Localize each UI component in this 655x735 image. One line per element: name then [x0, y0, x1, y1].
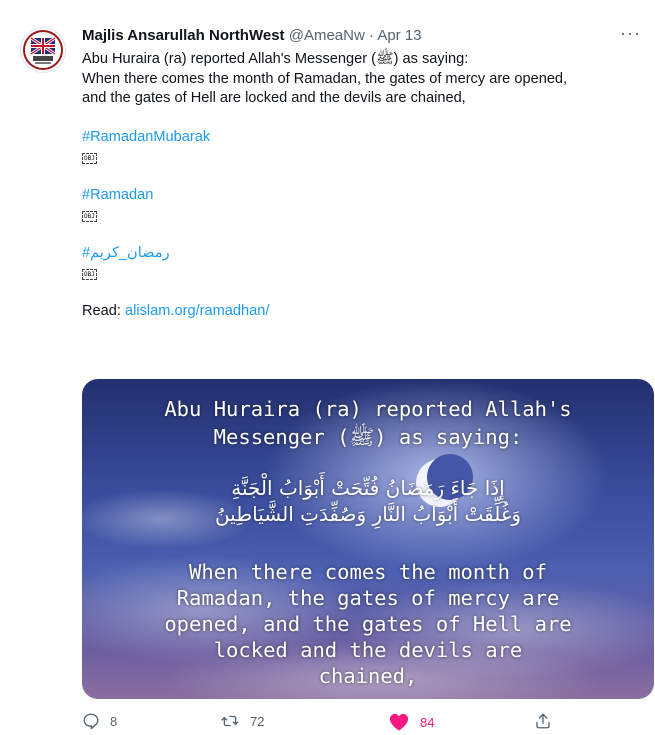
share-icon — [536, 713, 550, 729]
like-count: 84 — [420, 714, 435, 730]
share-button[interactable] — [534, 712, 552, 730]
read-link[interactable]: alislam.org/ramadhan/ — [125, 303, 269, 319]
obj-placeholder: OBJ — [82, 269, 97, 280]
image-english-line: locked and the devils are — [213, 638, 523, 662]
body-line: When there comes the month of Ramadan, t… — [82, 70, 568, 87]
retweet-button[interactable]: 72 — [220, 712, 264, 730]
obj-placeholder: OBJ — [82, 211, 97, 222]
image-english-line: chained, — [318, 664, 418, 688]
avatar-logo-icon — [22, 29, 64, 71]
retweet-count: 72 — [250, 713, 265, 729]
avatar[interactable] — [20, 27, 66, 73]
body-line: Abu Huraira (ra) reported Allah's Messen… — [82, 51, 469, 67]
image-title-line: Abu Huraira (ra) reported Allah's — [164, 397, 572, 421]
image-english-line: Ramadan, the gates of mercy are — [176, 586, 560, 610]
image-arabic-line: وَغُلِّقَتْ أَبْوَابُ النَّارِ وَصُفِّدَ… — [214, 502, 522, 526]
obj-placeholder: OBJ — [82, 153, 97, 164]
reply-button[interactable]: 8 — [82, 712, 117, 730]
tweet[interactable]: Majlis Ansarullah NorthWest @AmeaNw · Ap… — [0, 0, 655, 735]
heart-icon — [389, 713, 409, 731]
hashtag-link[interactable]: #Ramadan — [82, 186, 647, 206]
tweet-text: Abu Huraira (ra) reported Allah's Messen… — [82, 50, 647, 321]
reply-count: 8 — [110, 713, 118, 729]
image-title-line: Messenger (ﷺ) as saying: — [213, 425, 523, 449]
reply-icon — [83, 713, 99, 730]
image-english-line: When there comes the month of — [189, 560, 547, 584]
more-icon[interactable]: ··· — [620, 23, 641, 43]
retweet-icon — [221, 715, 239, 727]
body-line: and the gates of Hell are locked and the… — [82, 90, 466, 106]
read-prefix: Read: — [82, 302, 121, 319]
tweet-date[interactable]: Apr 13 — [377, 27, 421, 44]
tweet-image[interactable]: Abu Huraira (ra) reported Allah's Messen… — [82, 379, 654, 699]
like-button[interactable]: 84 — [388, 712, 434, 732]
header-separator: · — [368, 27, 374, 44]
hashtag-link[interactable]: #RamadanMubarak — [82, 128, 647, 148]
author-handle[interactable]: @AmeaNw — [289, 27, 365, 44]
image-arabic-line: إِذَا جَاءَ رَمَضَانُ فُتِّحَتْ أَبْوَاب… — [231, 476, 505, 500]
tweet-header: Majlis Ansarullah NorthWest @AmeaNw · Ap… — [82, 23, 641, 46]
read-line: Read: alislam.org/ramadhan/ — [82, 302, 647, 322]
hashtag-link[interactable]: #رمضان_كريم — [82, 244, 647, 264]
author-name[interactable]: Majlis Ansarullah NorthWest — [82, 27, 285, 44]
tweet-actions: 8 72 84 — [82, 712, 642, 734]
image-english-line: opened, and the gates of Hell are — [164, 612, 572, 636]
